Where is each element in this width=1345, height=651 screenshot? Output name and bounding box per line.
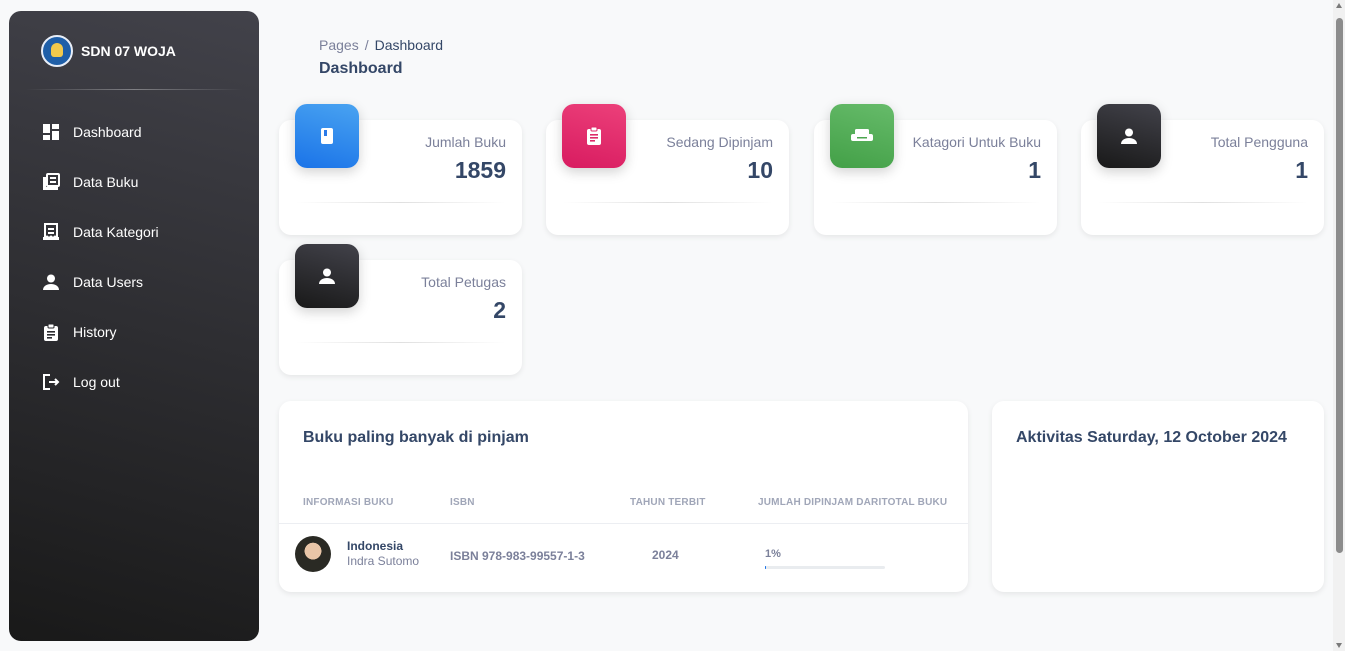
page-scrollbar[interactable] xyxy=(1333,0,1345,651)
scroll-up-arrow-icon[interactable] xyxy=(1336,3,1342,8)
breadcrumb-separator: / xyxy=(364,37,369,53)
stat-card-total-pengguna: Total Pengguna 1 xyxy=(1081,104,1324,235)
sidebar-item-history[interactable]: History xyxy=(9,307,259,357)
stat-divider xyxy=(830,202,1041,203)
column-header: JUMLAH DIPINJAM DARITOTAL BUKU xyxy=(758,497,948,508)
page-title: Dashboard xyxy=(319,60,403,77)
borrow-progress-fill xyxy=(765,566,767,569)
breadcrumb-root[interactable]: Pages xyxy=(319,37,359,53)
brand-name: SDN 07 WOJA xyxy=(81,43,176,59)
top-books-title: Buku paling banyak di pinjam xyxy=(303,429,529,446)
stat-label: Katagori Untuk Buku xyxy=(912,134,1041,150)
sidebar-item-label: Data Users xyxy=(73,274,144,290)
stat-value: 2 xyxy=(493,297,506,323)
stat-divider xyxy=(295,202,506,203)
stat-value: 1 xyxy=(1028,157,1041,183)
sidebar-nav: Dashboard Data Buku Data Kategori Data U… xyxy=(9,107,259,407)
stat-label: Sedang Dipinjam xyxy=(666,134,773,150)
logout-icon xyxy=(42,373,60,391)
stat-card-sedang-dipinjam: Sedang Dipinjam 10 xyxy=(546,104,789,235)
clipboard-icon xyxy=(42,323,60,341)
stat-value: 1 xyxy=(1295,157,1308,183)
stat-divider xyxy=(1097,202,1308,203)
column-header: TAHUN TERBIT xyxy=(630,497,706,508)
brand[interactable]: SDN 07 WOJA xyxy=(41,35,176,67)
sidebar-item-label: Log out xyxy=(73,374,120,390)
scroll-thumb[interactable] xyxy=(1336,18,1343,553)
stat-label: Jumlah Buku xyxy=(425,134,506,150)
sidebar-item-data-buku[interactable]: Data Buku xyxy=(9,157,259,207)
activity-card: Aktivitas Saturday, 12 October 2024 xyxy=(992,401,1324,592)
stat-label: Total Pengguna xyxy=(1210,134,1308,150)
borrow-percent: 1% xyxy=(765,548,781,560)
person-icon xyxy=(1097,104,1161,168)
sidebar-item-label: History xyxy=(73,324,117,340)
sidebar-item-data-kategori[interactable]: Data Kategori xyxy=(9,207,259,257)
borrow-progress-bar xyxy=(765,566,885,569)
receipt-list-icon xyxy=(42,223,60,241)
column-header: ISBN xyxy=(450,497,475,508)
dashboard-icon xyxy=(42,123,60,141)
stat-divider xyxy=(295,342,506,343)
sidebar-item-data-users[interactable]: Data Users xyxy=(9,257,259,307)
stat-label: Total Petugas xyxy=(421,274,506,290)
activity-title: Aktivitas Saturday, 12 October 2024 xyxy=(1016,429,1287,446)
book-year: 2024 xyxy=(652,548,679,562)
book-icon xyxy=(295,104,359,168)
book-author: Indra Sutomo xyxy=(347,554,420,568)
stat-value: 1859 xyxy=(454,157,506,183)
library-books-icon xyxy=(42,173,60,191)
stat-card-kategori: Katagori Untuk Buku 1 xyxy=(814,104,1057,235)
avatar xyxy=(295,536,331,572)
stat-card-jumlah-buku: Jumlah Buku 1859 xyxy=(279,104,522,235)
stat-value: 10 xyxy=(747,157,773,183)
stat-card-total-petugas: Total Petugas 2 xyxy=(279,244,522,375)
column-header: INFORMASI BUKU xyxy=(303,497,394,508)
breadcrumb-current: Dashboard xyxy=(374,37,444,53)
sidebar-item-label: Data Kategori xyxy=(73,224,159,240)
stat-divider xyxy=(562,202,773,203)
table-divider xyxy=(279,523,968,524)
top-books-card: Buku paling banyak di pinjam INFORMASI B… xyxy=(279,401,968,592)
sidebar-item-log-out[interactable]: Log out xyxy=(9,357,259,407)
person-icon xyxy=(42,273,60,291)
sidebar-divider xyxy=(25,89,243,90)
sidebar-item-dashboard[interactable]: Dashboard xyxy=(9,107,259,157)
book-isbn: ISBN 978-983-99557-1-3 xyxy=(450,549,585,563)
sidebar-item-label: Data Buku xyxy=(73,174,139,190)
book-title: Indonesia xyxy=(347,539,404,553)
weekend-icon xyxy=(830,104,894,168)
breadcrumb: Pages / Dashboard xyxy=(319,37,443,53)
clipboard-icon xyxy=(562,104,626,168)
sidebar-item-label: Dashboard xyxy=(73,124,142,140)
school-emblem-icon xyxy=(41,35,73,67)
scroll-down-arrow-icon[interactable] xyxy=(1336,643,1342,648)
sidebar: SDN 07 WOJA Dashboard Data Buku Data Kat… xyxy=(9,11,259,641)
person-icon xyxy=(295,244,359,308)
